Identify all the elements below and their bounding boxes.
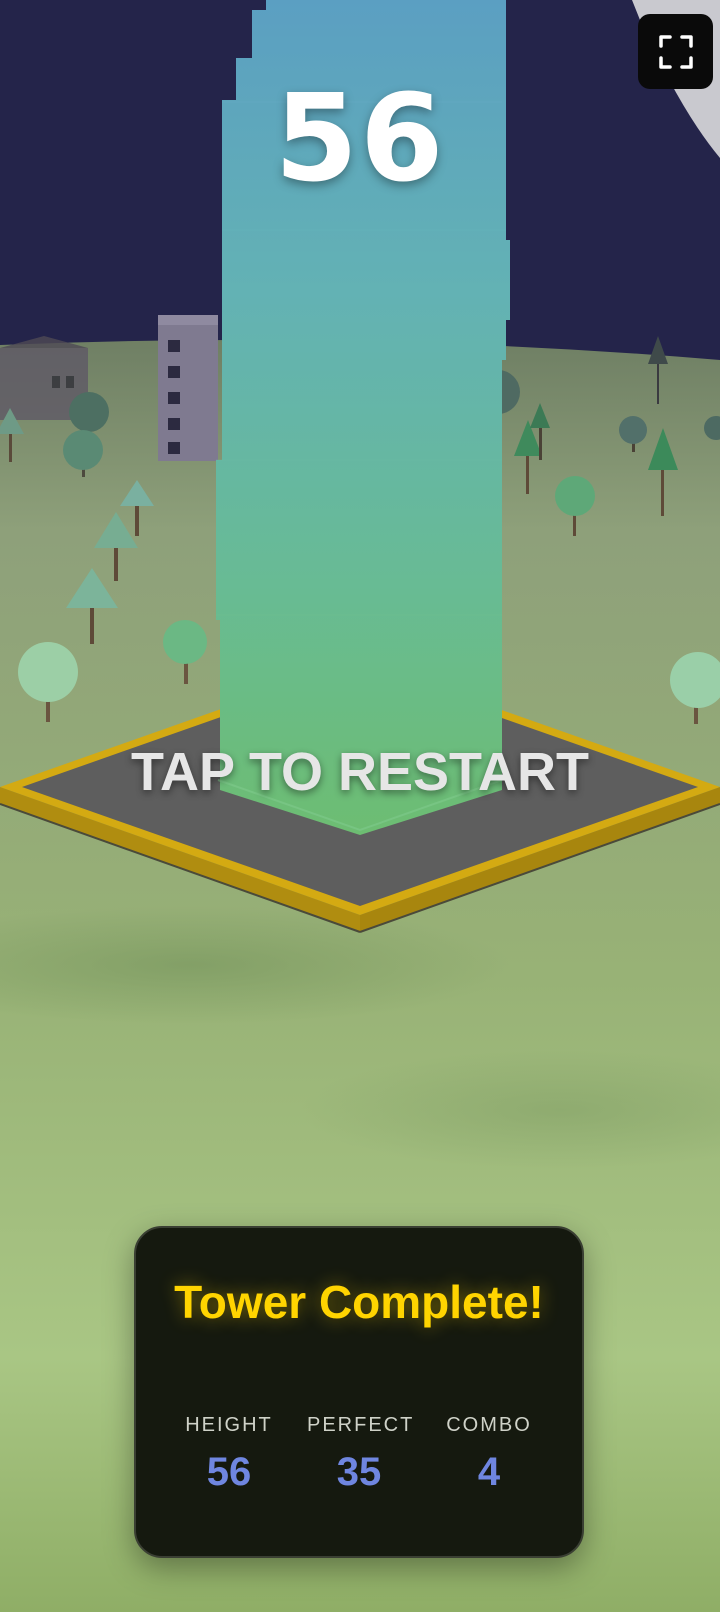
stat-label: HEIGHT — [185, 1414, 273, 1436]
stat-value: 4 — [477, 1450, 501, 1494]
stat-label: PERFECT — [307, 1414, 415, 1436]
stat-perfect: PERFECT 35 — [307, 1412, 415, 1498]
stat-label: COMBO — [446, 1414, 532, 1436]
fullscreen-icon — [658, 34, 693, 69]
tap-to-restart-prompt[interactable]: TAP TO RESTART — [0, 740, 720, 804]
stat-combo: COMBO 4 — [437, 1412, 541, 1498]
stat-value: 56 — [206, 1450, 252, 1494]
stat-height: HEIGHT 56 — [177, 1412, 281, 1498]
results-title: Tower Complete! — [174, 1276, 544, 1328]
score-counter: 56 — [274, 70, 446, 209]
building-apartment — [158, 315, 218, 461]
results-stats: HEIGHT 56 PERFECT 35 COMBO 4 — [136, 1412, 582, 1498]
results-panel: Tower Complete! HEIGHT 56 PERFECT 35 COM… — [134, 1226, 584, 1558]
stat-value: 35 — [336, 1450, 382, 1494]
fullscreen-button[interactable] — [638, 14, 713, 89]
